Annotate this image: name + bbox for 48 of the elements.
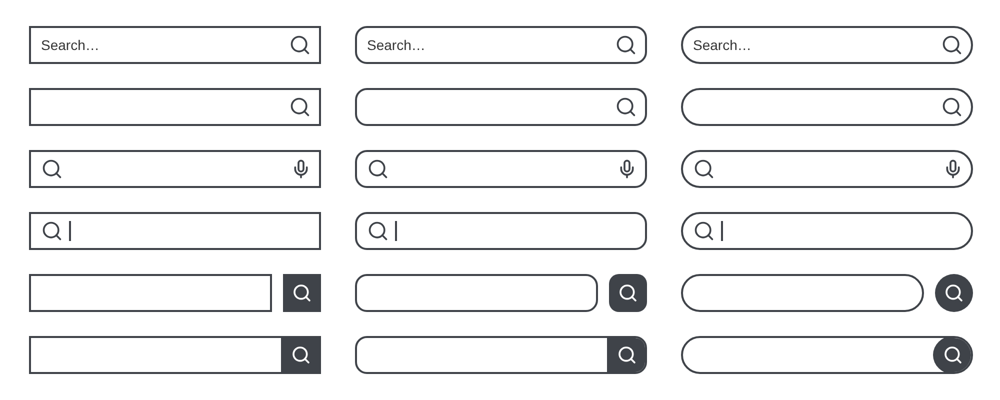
search-icon (615, 96, 637, 118)
search-icon (943, 345, 963, 365)
search-button[interactable] (935, 274, 973, 312)
search-field[interactable] (355, 88, 647, 126)
search-icon (292, 283, 312, 303)
search-field[interactable] (681, 150, 973, 188)
search-button[interactable] (283, 274, 321, 312)
search-icon (289, 34, 311, 56)
search-icon (618, 283, 638, 303)
search-field[interactable]: Search… (29, 26, 321, 64)
placeholder-text: Search… (41, 37, 100, 53)
text-cursor (721, 221, 723, 241)
search-button[interactable] (281, 338, 319, 372)
search-icon (367, 220, 389, 242)
search-field[interactable] (681, 274, 924, 312)
search-field[interactable] (681, 212, 973, 250)
search-field[interactable] (29, 212, 321, 250)
search-field[interactable] (355, 274, 598, 312)
search-button[interactable] (933, 338, 971, 372)
search-field[interactable] (355, 150, 647, 188)
search-icon (367, 158, 389, 180)
search-button[interactable] (607, 338, 645, 372)
text-cursor (395, 221, 397, 241)
search-icon (941, 96, 963, 118)
search-icon (289, 96, 311, 118)
search-field[interactable] (681, 88, 973, 126)
text-cursor (69, 221, 71, 241)
search-field[interactable] (29, 150, 321, 188)
search-icon (693, 220, 715, 242)
search-icon (617, 345, 637, 365)
search-icon (41, 158, 63, 180)
search-icon (693, 158, 715, 180)
search-icon (41, 220, 63, 242)
search-button[interactable] (609, 274, 647, 312)
search-field[interactable] (29, 336, 321, 374)
search-field[interactable] (29, 88, 321, 126)
search-icon (291, 345, 311, 365)
search-icon (615, 34, 637, 56)
search-field[interactable] (29, 274, 272, 312)
search-field[interactable]: Search… (355, 26, 647, 64)
search-field[interactable]: Search… (681, 26, 973, 64)
search-field[interactable] (355, 336, 647, 374)
search-icon (944, 283, 964, 303)
search-field[interactable] (681, 336, 973, 374)
search-icon (941, 34, 963, 56)
search-field[interactable] (355, 212, 647, 250)
placeholder-text: Search… (367, 37, 426, 53)
placeholder-text: Search… (693, 37, 752, 53)
